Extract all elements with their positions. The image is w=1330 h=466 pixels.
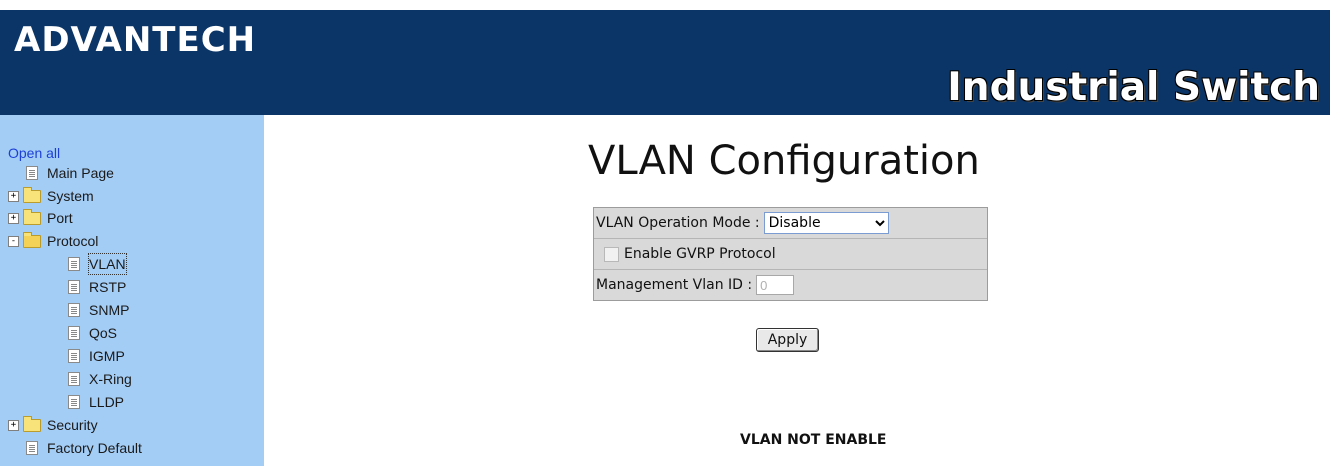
sidebar-item-label: SNMP [89,302,130,318]
page-title: VLAN Configuration [588,138,980,184]
sidebar-item-vlan[interactable]: VLAN [68,253,127,275]
sidebar-item-igmp[interactable]: IGMP [68,346,125,366]
page-icon [68,372,80,386]
page-icon [68,257,80,271]
gvrp-label: Enable GVRP Protocol [624,246,776,262]
sidebar-item-label: Main Page [47,165,114,181]
folder-icon [23,415,41,432]
sidebar-item-port[interactable]: + Port [8,208,73,228]
open-all-link[interactable]: Open all [8,143,60,163]
sidebar-item-label: IGMP [89,348,125,364]
sidebar-nav: Open all Main Page + System + Port - Pro… [0,115,264,466]
sidebar-item-rstp[interactable]: RSTP [68,277,126,297]
header-banner: ADVANTECH Industrial Switch [0,10,1330,115]
brand-logo: ADVANTECH [14,20,257,60]
page-icon [68,280,80,294]
operation-mode-select[interactable]: Disable [763,212,889,234]
folder-open-icon [23,231,41,248]
sidebar-item-security[interactable]: + Security [8,415,98,435]
mgmt-vlan-row: Management Vlan ID : [594,270,987,300]
expand-icon[interactable]: + [8,212,19,224]
gvrp-checkbox[interactable] [604,246,619,262]
sidebar-item-label: System [47,188,94,204]
apply-button[interactable]: Apply [756,328,819,352]
sidebar-item-label: Security [47,417,98,433]
page-icon [26,166,38,180]
sidebar-item-label: LLDP [89,394,125,410]
folder-icon [23,208,41,225]
expand-icon[interactable]: + [8,419,19,431]
collapse-icon[interactable]: - [8,235,19,247]
sidebar-item-lldp[interactable]: LLDP [68,392,124,412]
sidebar-item-label: QoS [89,325,118,341]
sidebar-item-label: Port [47,210,73,226]
sidebar-item-x-ring[interactable]: X-Ring [68,369,132,389]
page-icon [68,326,80,340]
open-all-label[interactable]: Open all [8,143,60,163]
operation-mode-label: VLAN Operation Mode : [596,215,760,231]
sidebar-item-protocol[interactable]: - Protocol [8,231,98,251]
vlan-config-table: VLAN Operation Mode : Disable Enable GVR… [593,207,988,301]
sidebar-item-system[interactable]: + System [8,186,94,206]
folder-icon [23,186,41,203]
mgmt-vlan-input[interactable] [756,275,795,295]
sidebar-item-label: RSTP [89,279,127,295]
sidebar-item-snmp[interactable]: SNMP [68,300,129,320]
page-icon [68,349,80,363]
product-title: Industrial Switch [947,65,1320,110]
expand-icon[interactable]: + [8,190,19,202]
sidebar-item-label: X-Ring [89,371,132,387]
sidebar-item-factory-default[interactable]: Factory Default [26,438,142,458]
sidebar-item-label: VLAN [88,253,127,275]
page-icon [68,303,80,317]
sidebar-item-label: Protocol [47,233,99,249]
mgmt-vlan-label: Management Vlan ID : [596,277,753,293]
sidebar-item-main-page[interactable]: Main Page [26,163,114,183]
sidebar-item-qos[interactable]: QoS [68,323,117,343]
page-icon [68,395,80,409]
operation-mode-row: VLAN Operation Mode : Disable [594,208,987,239]
gvrp-row: Enable GVRP Protocol [594,239,987,270]
vlan-status-text: VLAN NOT ENABLE [740,432,887,448]
sidebar-item-label: Factory Default [47,440,142,456]
page-icon [26,441,38,455]
